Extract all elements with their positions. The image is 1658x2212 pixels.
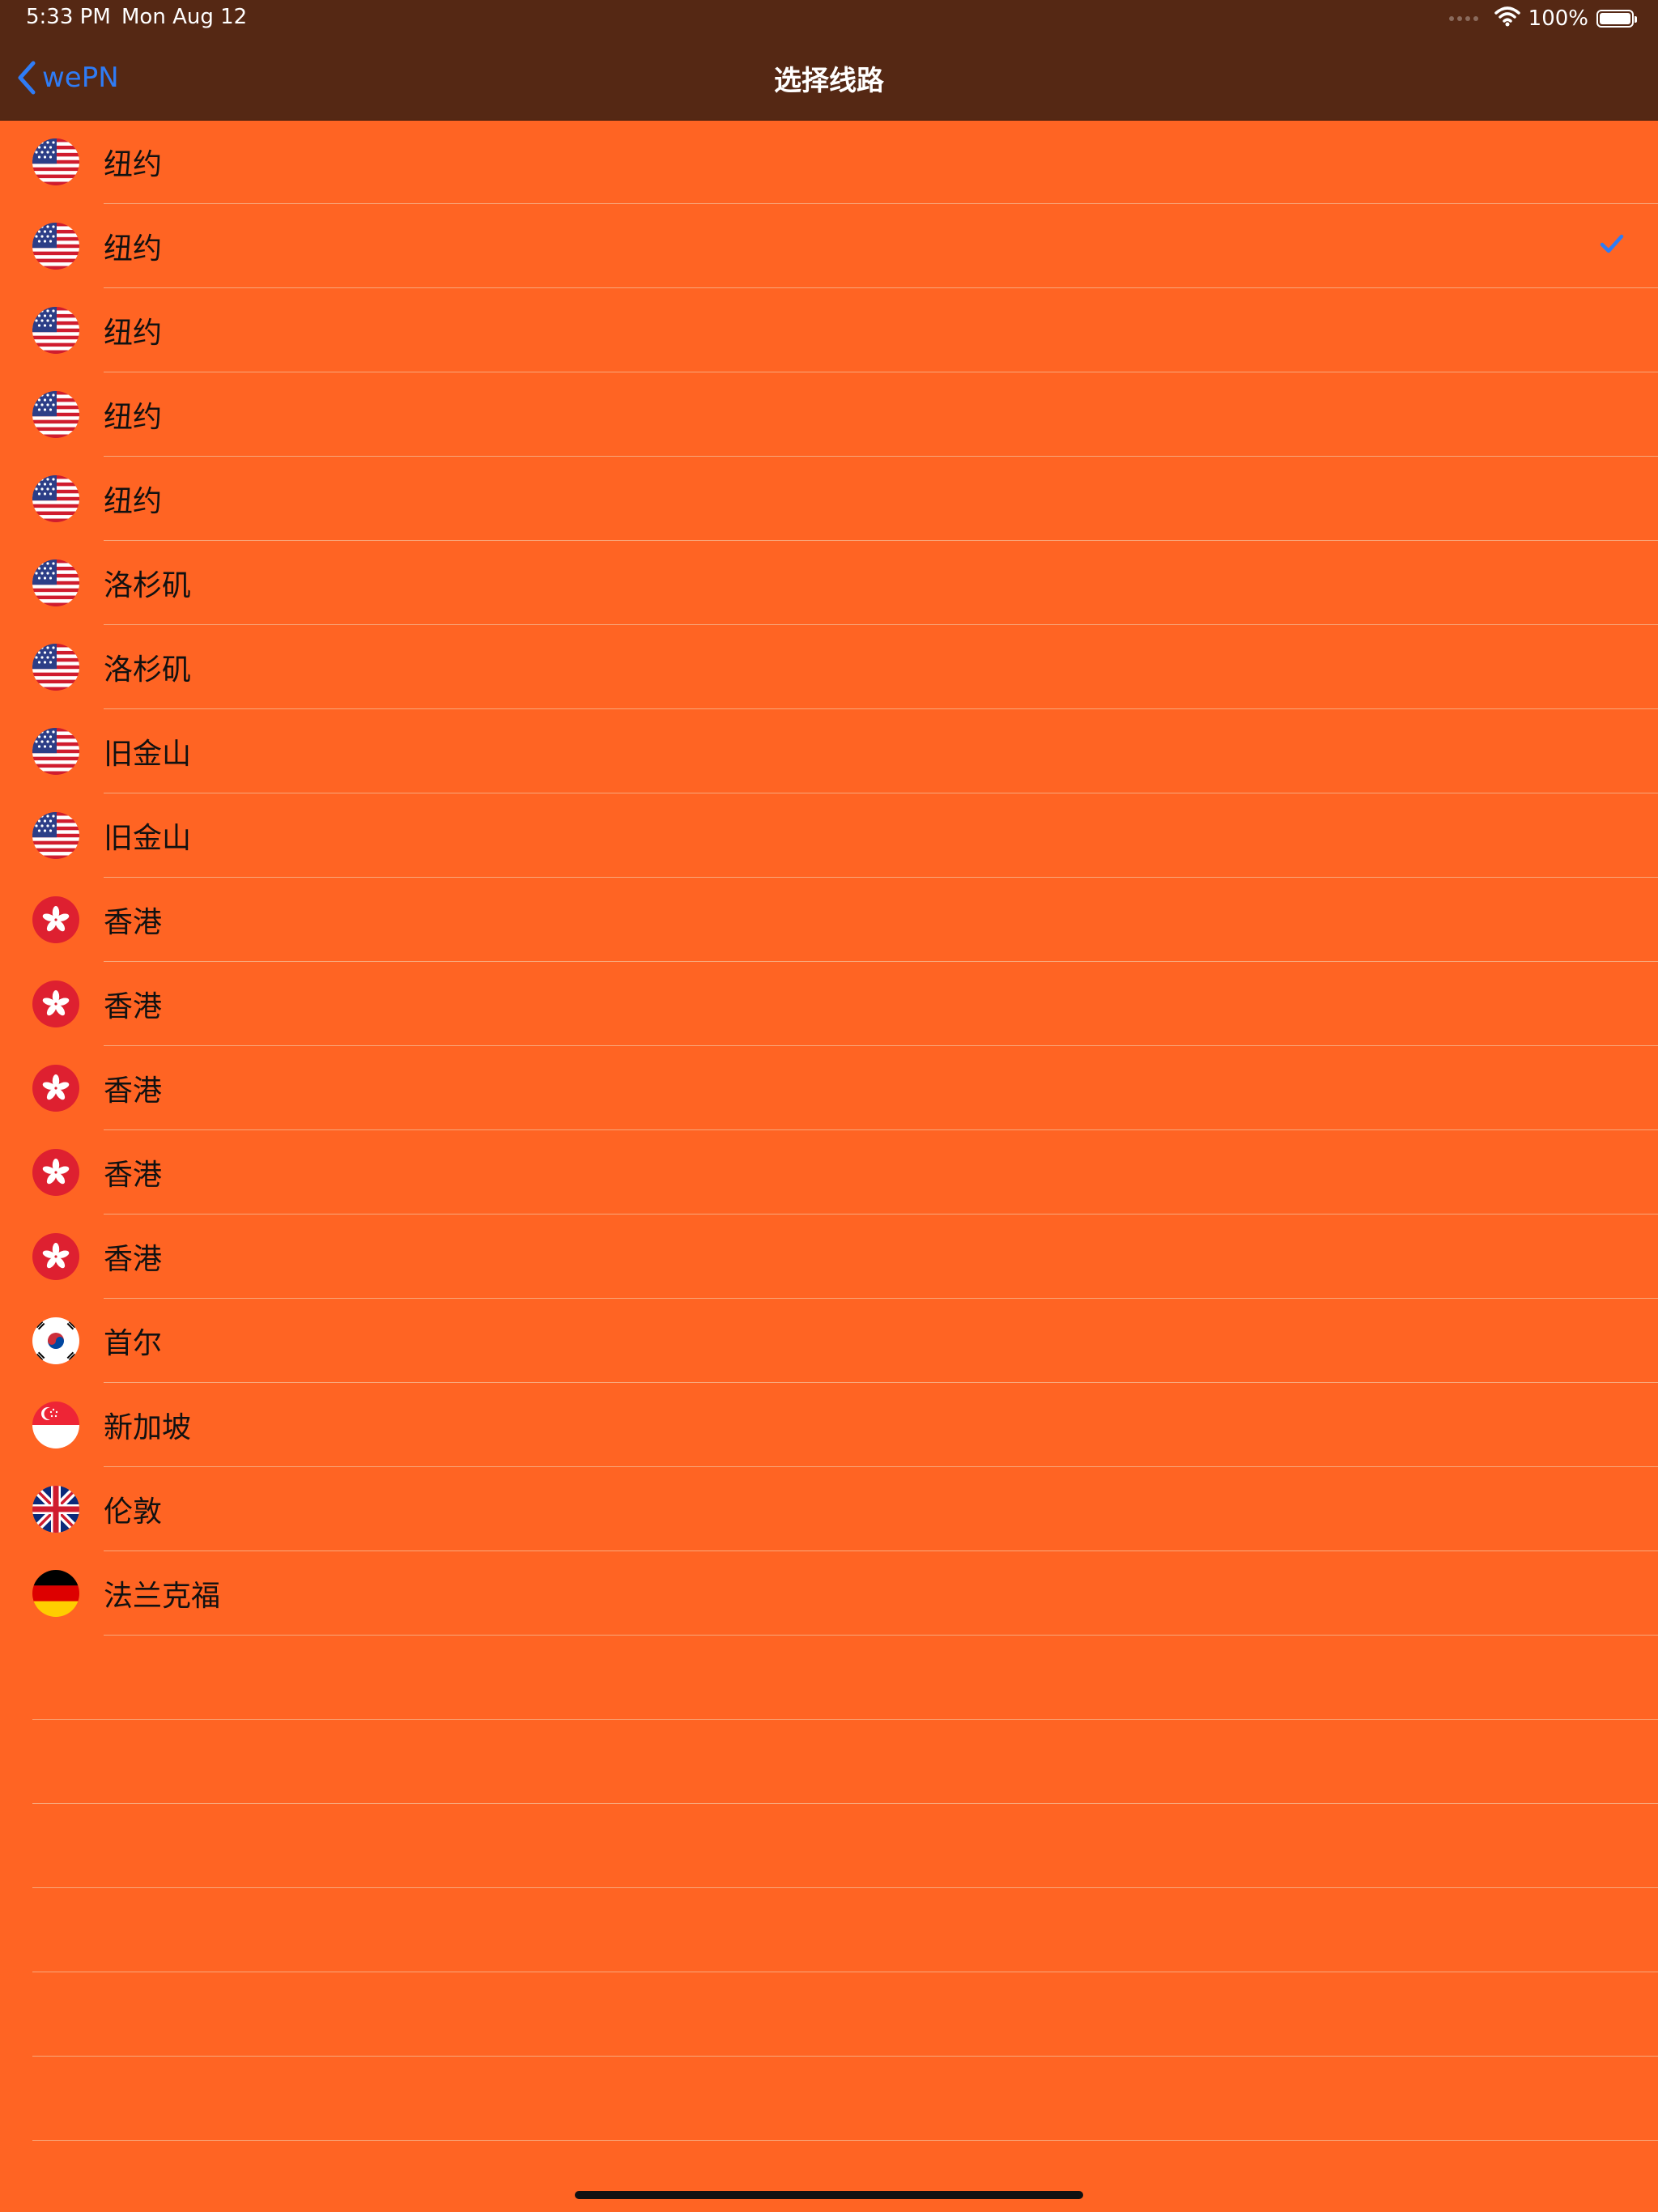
server-row[interactable]: 纽约 [0, 457, 1658, 541]
server-row[interactable]: 香港 [0, 962, 1658, 1046]
status-bar: 5:33 PM Mon Aug 12 100% [0, 0, 1658, 39]
server-row[interactable]: 旧金山 [0, 793, 1658, 878]
server-label: 纽约 [104, 148, 163, 181]
server-row[interactable]: 香港 [0, 1214, 1658, 1299]
de-flag-icon [32, 1570, 79, 1617]
page-title: 选择线路 [774, 65, 884, 97]
status-date: Mon Aug 12 [121, 5, 248, 29]
hk-flag-icon [32, 1233, 79, 1280]
uk-flag-icon [32, 1486, 79, 1533]
navigation-bar: wePN 选择线路 [0, 39, 1658, 121]
status-time: 5:33 PM [26, 5, 111, 29]
hk-flag-icon [32, 1065, 79, 1112]
server-label: 香港 [104, 990, 163, 1023]
us-flag-icon [32, 812, 79, 859]
server-list: 纽约 纽约 纽约 纽约 纽约 洛杉矶 洛杉矶 旧金山 旧金山 香港 香港 香港 香港 香港 首尔 新加坡 伦敦法… [0, 120, 1658, 2141]
server-row[interactable]: 纽约 [0, 204, 1658, 288]
server-row[interactable]: 纽约 [0, 372, 1658, 457]
server-label: 首尔 [104, 1327, 163, 1360]
empty-row [0, 1888, 1658, 1972]
server-label: 香港 [104, 1074, 163, 1108]
battery-percent: 100% [1528, 6, 1588, 31]
server-label: 洛杉矶 [104, 653, 192, 687]
row-separator [32, 2140, 1658, 2141]
empty-row [0, 1636, 1658, 1720]
hk-flag-icon [32, 896, 79, 943]
status-right: 100% [1448, 5, 1637, 32]
us-flag-icon [32, 138, 79, 185]
server-label: 纽约 [104, 317, 163, 350]
server-row[interactable]: 纽约 [0, 288, 1658, 372]
server-row[interactable]: 香港 [0, 1130, 1658, 1214]
server-row[interactable]: 首尔 [0, 1299, 1658, 1383]
empty-row [0, 1972, 1658, 2057]
server-label: 旧金山 [104, 822, 192, 855]
us-flag-icon [32, 644, 79, 691]
server-label: 新加坡 [104, 1411, 192, 1444]
hk-flag-icon [32, 981, 79, 1027]
empty-row [0, 2057, 1658, 2141]
sg-flag-icon [32, 1402, 79, 1448]
wifi-icon [1494, 6, 1520, 32]
server-label: 旧金山 [104, 738, 192, 771]
server-label: 法兰克福 [104, 1580, 221, 1613]
us-flag-icon [32, 391, 79, 438]
us-flag-icon [32, 307, 79, 354]
checkmark-icon [1600, 233, 1624, 257]
server-row[interactable]: 法兰克福 [0, 1551, 1658, 1636]
server-label: 伦敦 [104, 1495, 163, 1529]
hk-flag-icon [32, 1149, 79, 1196]
server-row[interactable]: 新加坡 [0, 1383, 1658, 1467]
server-row[interactable]: 纽约 [0, 120, 1658, 204]
us-flag-icon [32, 475, 79, 522]
server-label: 香港 [104, 906, 163, 939]
cellular-signal-icon [1448, 16, 1478, 21]
server-row[interactable]: 香港 [0, 1046, 1658, 1130]
server-row[interactable]: 旧金山 [0, 709, 1658, 793]
empty-row [0, 1804, 1658, 1888]
server-label: 纽约 [104, 485, 163, 518]
server-row[interactable]: 伦敦 [0, 1467, 1658, 1551]
us-flag-icon [32, 223, 79, 270]
home-indicator[interactable] [575, 2191, 1083, 2199]
kr-flag-icon [32, 1317, 79, 1364]
server-label: 纽约 [104, 401, 163, 434]
us-flag-icon [32, 728, 79, 775]
server-label: 洛杉矶 [104, 569, 192, 602]
server-label: 香港 [104, 1159, 163, 1192]
empty-row [0, 1720, 1658, 1804]
server-row[interactable]: 洛杉矶 [0, 625, 1658, 709]
server-row[interactable]: 香港 [0, 878, 1658, 962]
server-label: 纽约 [104, 232, 163, 266]
battery-icon [1596, 10, 1637, 28]
server-row[interactable]: 洛杉矶 [0, 541, 1658, 625]
server-label: 香港 [104, 1243, 163, 1276]
us-flag-icon [32, 559, 79, 606]
